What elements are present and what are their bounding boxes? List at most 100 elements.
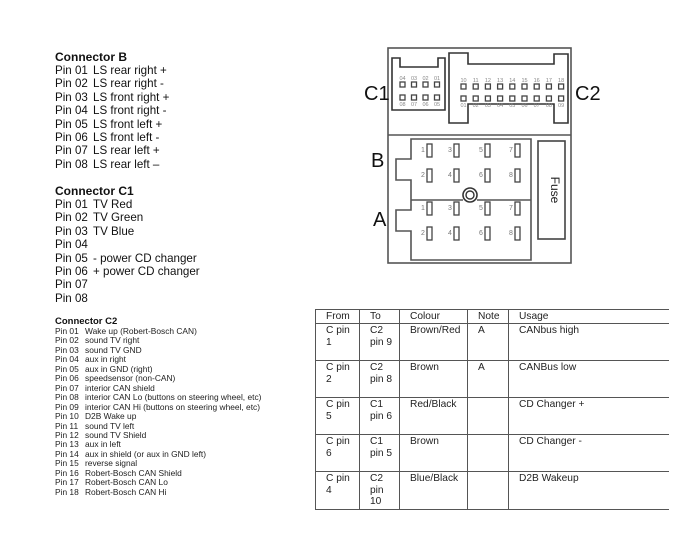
ab-pin-number: 4 [448, 230, 452, 237]
pin-row: Pin 06 LS front left - [55, 131, 169, 144]
pin-row: Pin 01 LS rear right + [55, 64, 169, 77]
c2-pin [484, 95, 492, 102]
c2-pin-number: 15 [521, 78, 527, 84]
cell-to: C1 pin 5 [359, 433, 400, 472]
ab-pin [514, 143, 521, 158]
ab-pin-number: 4 [448, 172, 452, 179]
connector-c2-pinout: Connector C2 Pin 01 Wake up (Robert-Bosch… [55, 316, 261, 497]
cell-usage: CANBus low [508, 359, 669, 398]
pin-number: Pin 07 [55, 144, 88, 158]
pin-description: TV Red [93, 198, 133, 211]
a-label: A [373, 209, 387, 231]
c2-pin-number: 09 [558, 103, 564, 109]
pin-description: LS front left - [93, 131, 160, 145]
cell-note [467, 396, 509, 435]
ab-pin-number: 2 [421, 230, 425, 237]
ab-pin [426, 201, 433, 216]
pin-row: Pin 08 LS rear left – [55, 158, 169, 171]
c1-pin-number: 06 [422, 102, 428, 108]
c1-pin-number: 02 [422, 76, 428, 82]
cell-note [467, 470, 509, 511]
cell-note [467, 433, 509, 472]
header-to: To [359, 309, 400, 324]
c1-pin-number: 07 [411, 102, 417, 108]
c2-pin [496, 95, 504, 102]
c2-pin [484, 83, 492, 90]
pin-description: Robert-Bosch CAN Hi [85, 486, 167, 497]
ab-pin [453, 226, 460, 241]
c2-pin [521, 95, 528, 102]
c2-pin [533, 83, 540, 90]
cell-to: C2 pin 9 [359, 322, 400, 361]
cell-usage: D2B Wakeup [508, 470, 669, 511]
pin-description: + power CD changer [93, 265, 200, 279]
ab-pin [514, 201, 521, 216]
ab-pin-number: 8 [509, 230, 513, 237]
table-header-row: From To Colour Note Usage [315, 309, 669, 324]
ab-pin-number: 7 [509, 147, 513, 154]
c2-pin [557, 83, 565, 90]
pin-row: Pin 04 [55, 238, 200, 251]
pin-description: - power CD changer [93, 251, 197, 265]
pin-number: Pin 08 [55, 291, 88, 305]
center-post-inner [465, 190, 475, 200]
c2-pin [472, 95, 479, 102]
pin-description: LS front right + [93, 90, 170, 104]
c2-pin [533, 95, 540, 102]
ab-pin-number: 1 [421, 205, 425, 212]
c2-pin [521, 83, 528, 90]
c1-pin [410, 94, 418, 101]
connector-b-title: Connector B [55, 50, 127, 64]
c2-pins: 10 11 12 13 14 15 16 17 18 01 02 03 04 05 06 07 08 09 [460, 78, 565, 109]
c1-pin [410, 81, 418, 88]
cell-from: C pin 1 [315, 322, 360, 361]
pin-number: Pin 01 [55, 198, 88, 211]
pin-number: Pin 08 [55, 157, 88, 171]
pin-description: LS rear right + [93, 64, 167, 77]
c2-pin-number: 07 [534, 103, 540, 109]
pin-description: LS front right - [93, 104, 167, 118]
ab-pin [426, 226, 433, 241]
ab-pin-number: 6 [479, 172, 483, 179]
table-row: C pin 2 C2 pin 8 Brown A CANBus low [315, 359, 669, 398]
c2-pin-number: 12 [485, 78, 491, 84]
connector-c1-pinout: Connector C1 Pin 01 TV Red Pin 02 TV Green P… [55, 184, 200, 305]
pin-description: LS rear left – [93, 157, 160, 171]
cell-to: C2 pin 8 [359, 359, 400, 398]
b-label: B [371, 150, 385, 172]
connector-diagram-svg: 04 03 02 0108 07 06 05 10 11 12 13 14 15 16 17 1801 02 0… [387, 47, 572, 264]
header-colour: Colour [399, 309, 468, 324]
ab-pin-number: 8 [509, 172, 513, 179]
pin-description: LS rear right - [93, 77, 164, 91]
pin-number: Pin 05 [55, 251, 88, 265]
ab-pin [453, 168, 460, 183]
header-usage: Usage [508, 309, 669, 324]
c2-pin [545, 83, 553, 90]
pin-number: Pin 05 [55, 117, 88, 131]
pin-description: LS front left + [93, 117, 163, 131]
ab-pin-number: 5 [479, 147, 483, 154]
pin-row: Pin 07 LS rear left + [55, 144, 169, 157]
c1-pin-number: 01 [434, 76, 440, 82]
c2-pin [509, 83, 516, 90]
ab-pin-number: 1 [421, 147, 425, 154]
ab-pin-number: 6 [479, 230, 483, 237]
cell-from: C pin 6 [315, 433, 360, 472]
c2-pin-number: 01 [460, 103, 466, 109]
c2-pin [557, 95, 565, 102]
pin-description: LS rear left + [93, 144, 160, 158]
pin-row: Pin 03 LS front right + [55, 91, 169, 104]
c2-pin-number: 14 [509, 78, 515, 84]
fuse-label: Fuse [548, 177, 562, 204]
cell-to: C2 pin 10 [359, 470, 400, 511]
ab-pins: 1 3 5 7 2 4 6 8 1 3 5 7 2 4 6 8 [421, 143, 521, 241]
cell-from: C pin 2 [315, 359, 360, 398]
connector-c1-title: Connector C1 [55, 184, 134, 198]
c2-pin-number: 08 [546, 103, 552, 109]
header-from: From [315, 309, 360, 324]
pin-number: Pin 04 [55, 104, 88, 118]
ab-pin [426, 168, 433, 183]
cell-usage: CD Changer - [508, 433, 669, 472]
cell-colour: Red/Black [399, 396, 468, 435]
pin-row: Pin 18 Robert-Bosch CAN Hi [55, 486, 261, 497]
